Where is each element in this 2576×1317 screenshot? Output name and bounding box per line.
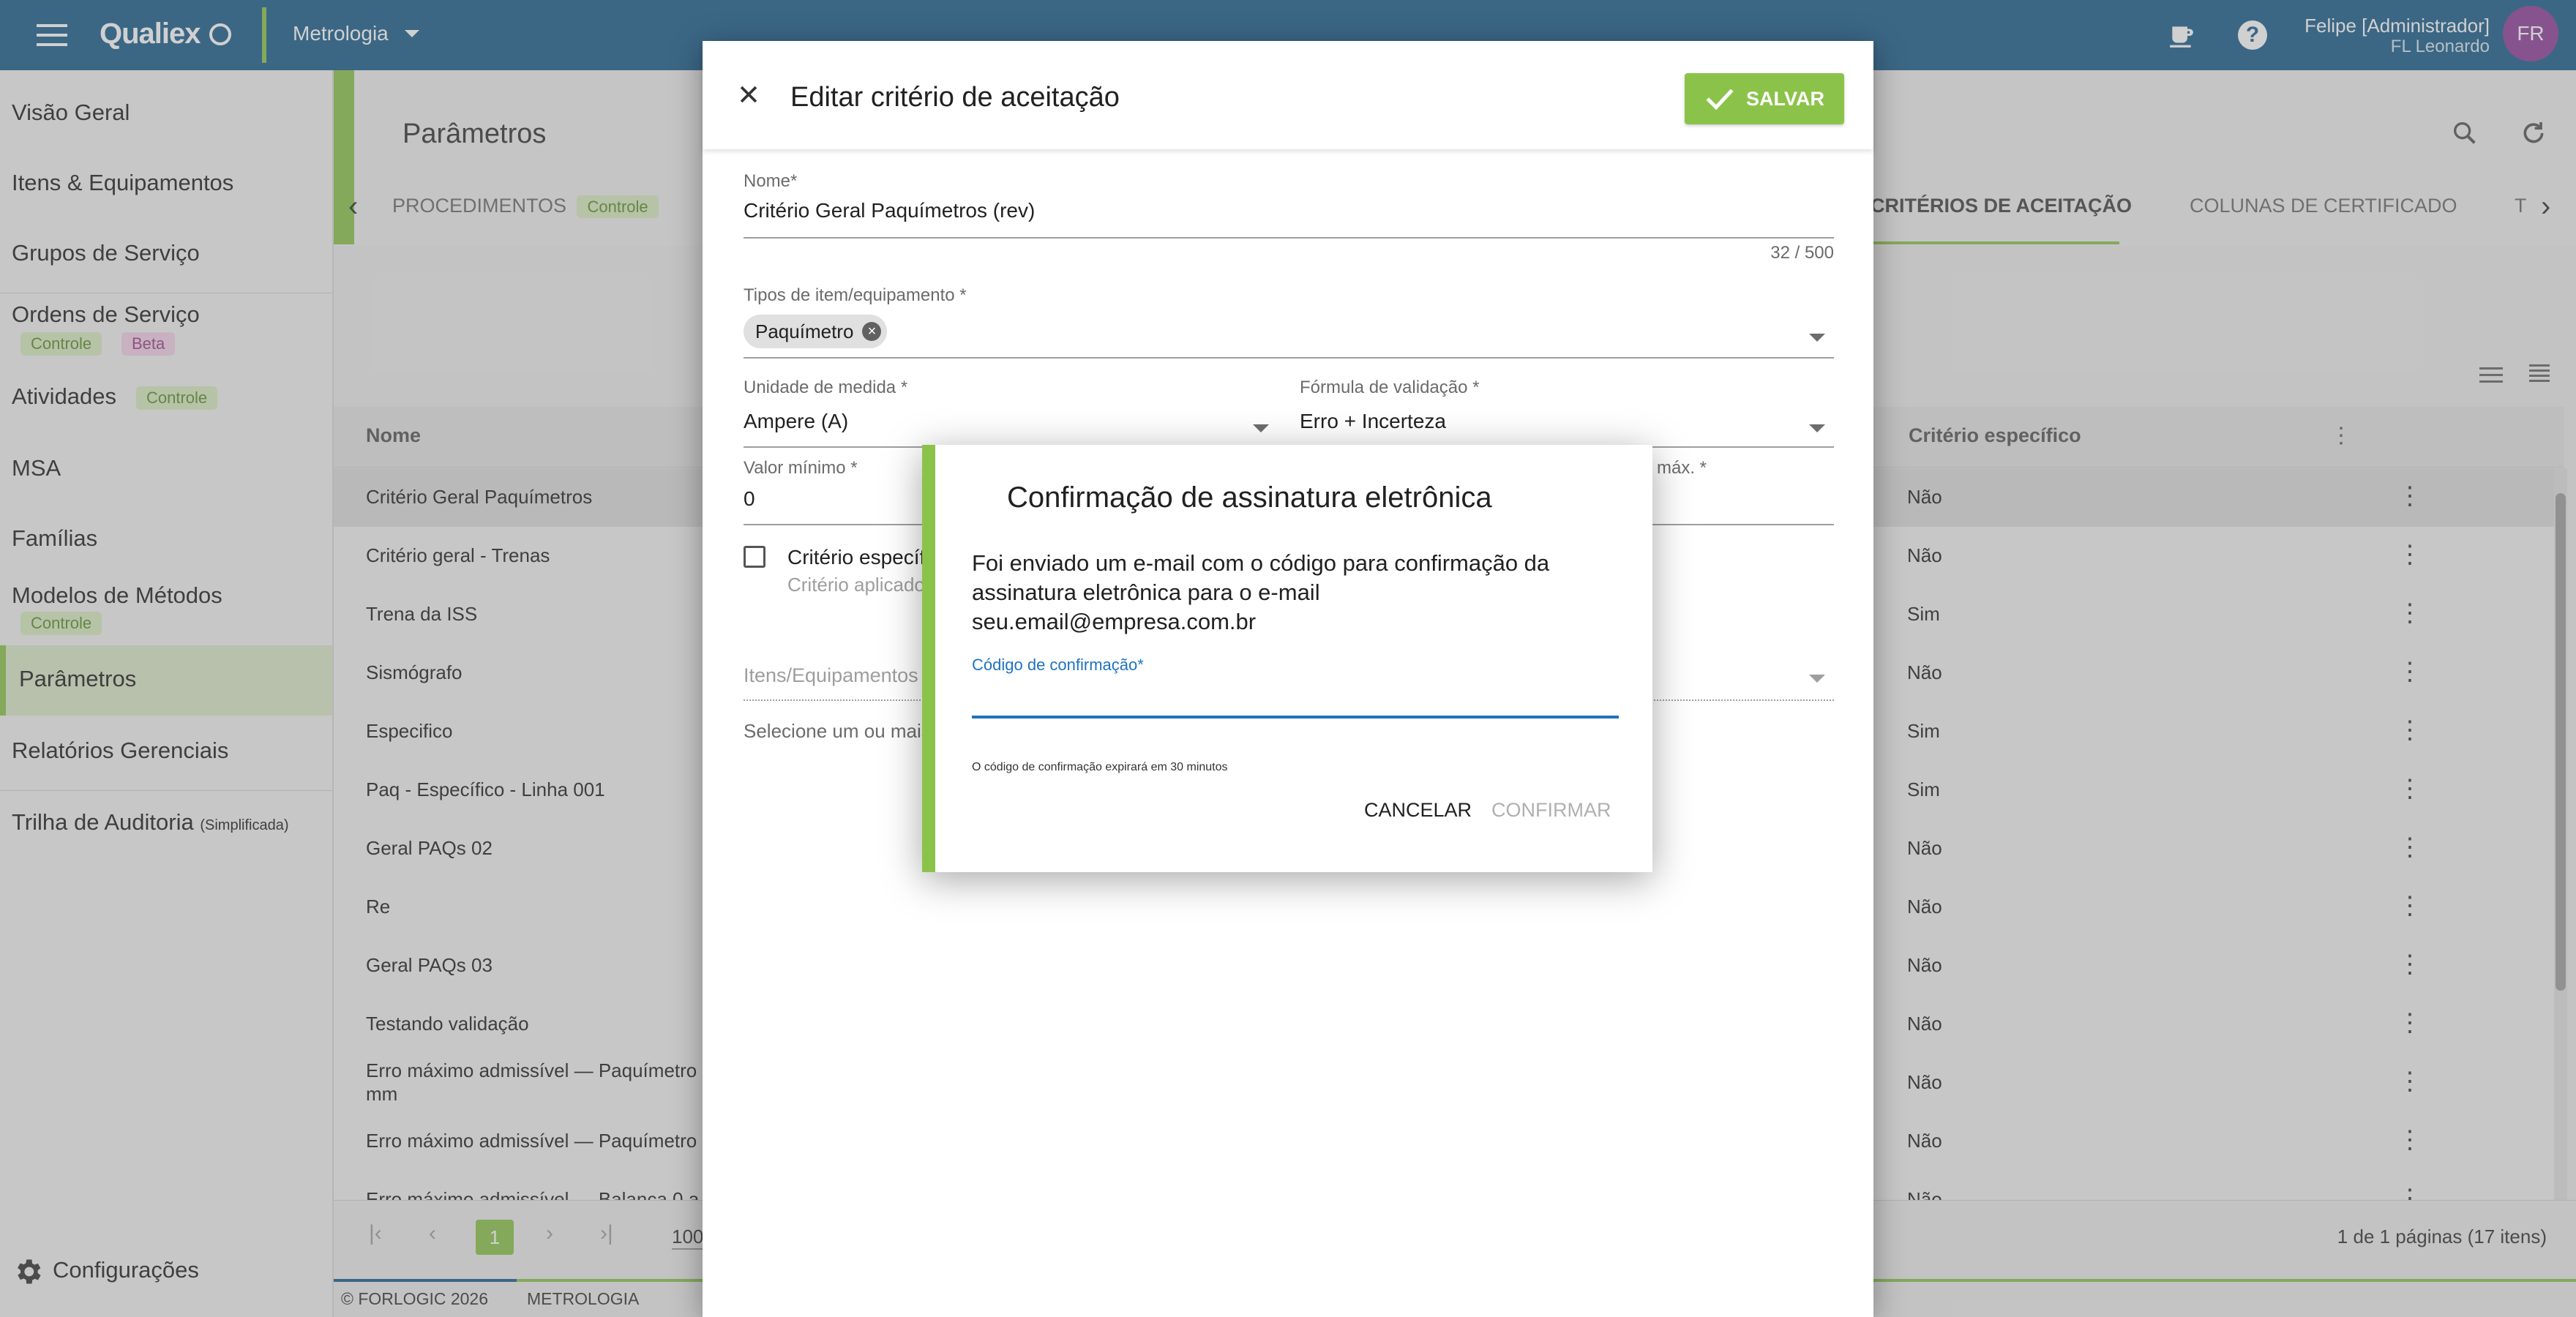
nome-label: Nome*	[744, 171, 798, 191]
valor-min-input[interactable]: 0	[744, 487, 755, 511]
dialog-title: Editar critério de aceitação	[790, 82, 1120, 113]
chip-remove-icon[interactable]: ×	[862, 322, 882, 341]
dialog-accent	[922, 445, 935, 872]
itens-label: Itens/Equipamentos	[744, 664, 918, 686]
signature-confirmation-dialog: Confirmação de assinatura eletrônica Foi…	[922, 445, 1652, 872]
valor-min-label: Valor mínimo *	[744, 458, 858, 478]
nome-underline	[744, 237, 1834, 239]
code-label: Código de confirmação*	[972, 656, 1144, 674]
criterio-especifico-hint: Critério aplicado	[787, 574, 925, 596]
formula-label: Fórmula de validação *	[1300, 378, 1480, 397]
check-icon	[1705, 86, 1734, 115]
itens-dropdown-icon[interactable]	[1809, 675, 1825, 683]
save-label: SALVAR	[1746, 88, 1824, 110]
unidade-select[interactable]: Ampere (A)	[744, 410, 848, 433]
code-input-underline	[972, 716, 1619, 718]
cancel-button[interactable]: CANCELAR	[1364, 799, 1472, 822]
save-button[interactable]: SALVAR	[1685, 73, 1844, 124]
nome-input[interactable]: Critério Geral Paquímetros (rev)	[744, 199, 1035, 222]
code-input[interactable]	[972, 676, 1619, 707]
confirm-email: seu.email@empresa.com.br	[972, 609, 1257, 634]
formula-select[interactable]: Erro + Incerteza	[1300, 410, 1446, 433]
criterio-especifico-label: Critério específ	[787, 546, 926, 569]
close-icon[interactable]	[736, 82, 761, 107]
itens-hint: Selecione um ou mais	[744, 720, 931, 742]
valor-max-label: máx. *	[1657, 458, 1707, 478]
criterio-especifico-checkbox[interactable]	[744, 546, 765, 568]
unidade-dropdown-icon[interactable]	[1253, 424, 1269, 432]
nome-counter: 32 / 500	[1770, 243, 1834, 263]
tipos-chip[interactable]: Paquímetro ×	[744, 315, 888, 348]
tipos-label: Tipos de item/equipamento *	[744, 285, 967, 305]
chip-label: Paquímetro	[755, 320, 854, 342]
formula-dropdown-icon[interactable]	[1809, 424, 1825, 432]
tipos-underline	[744, 357, 1834, 359]
unidade-label: Unidade de medida *	[744, 378, 908, 397]
tipos-dropdown-icon[interactable]	[1809, 334, 1825, 342]
confirm-button[interactable]: CONFIRMAR	[1491, 799, 1611, 822]
confirm-title: Confirmação de assinatura eletrônica	[1007, 481, 1492, 514]
expire-note: O código de confirmação expirará em 30 m…	[972, 761, 1228, 773]
confirm-message-line2: assinatura eletrônica para o e-mail	[972, 579, 1320, 605]
confirm-message-line1: Foi enviado um e-mail com o código para …	[972, 550, 1550, 576]
